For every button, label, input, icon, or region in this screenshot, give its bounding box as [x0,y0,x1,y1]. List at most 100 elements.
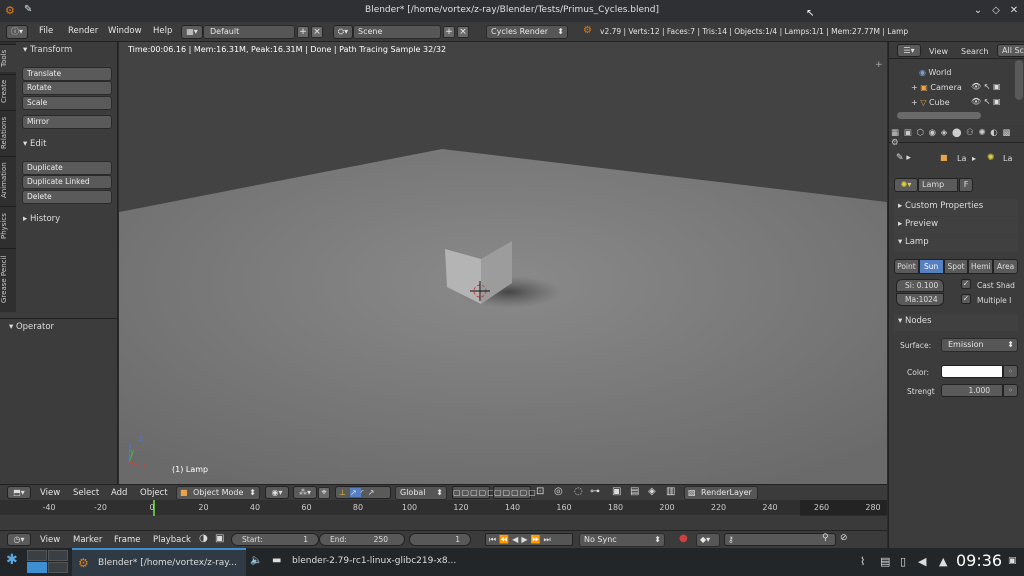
pager[interactable] [27,550,69,574]
show-desktop-icon[interactable]: ▣ [1008,556,1017,566]
visibility-eye-icon[interactable]: 👁 ↖ ▣ [971,82,1001,91]
view-menu[interactable]: View [40,488,60,498]
desktop-1[interactable] [27,550,47,561]
scene-dropdown[interactable]: Scene [353,25,441,39]
outliner-search-menu[interactable]: Search [961,47,988,56]
maximize-icon[interactable]: ◇ [988,3,1004,19]
task-blender[interactable]: ⚙ Blender* [/home/vortex/z-ray... [72,548,246,576]
lamp-type-hemi[interactable]: Hemi [968,259,994,274]
outliner-item-cube[interactable]: + ▽ Cube [911,98,950,107]
tab-relations[interactable]: Relations [0,110,16,154]
play-reverse-icon[interactable]: ◀ [512,535,521,544]
editor-type-timeline-icon[interactable]: ◷▾ [7,533,31,546]
jump-start-icon[interactable]: ⏮ [489,535,499,544]
audio-playing-icon[interactable]: 🔈 [250,555,262,566]
add-menu[interactable]: Add [111,488,127,498]
breadcrumb-object[interactable]: La [957,154,966,163]
remove-layout-button[interactable]: × [311,26,323,38]
scene-icon[interactable]: ⛭▾ [333,25,353,39]
transform-manipulators[interactable]: ⊥↗◜↗ [335,486,391,499]
pivot-point-icon[interactable]: ⁂▾ [293,486,317,499]
expand-icon[interactable]: + [911,83,920,92]
editor-type-info-icon[interactable]: ⓘ▾ [6,25,28,39]
menu-render[interactable]: Render [68,26,98,36]
time-stretch-icon[interactable]: ▣ [215,533,224,544]
translate-active-icon[interactable]: ↗ [349,488,361,497]
delete-button[interactable]: Delete [22,190,112,204]
keying-set-icon[interactable]: ◆▾ [696,533,720,547]
orientation-dropdown[interactable]: Global ⬍ [395,486,447,500]
duplicate-button[interactable]: Duplicate [22,161,112,175]
volume-icon[interactable]: ◀ [918,555,926,568]
next-keyframe-icon[interactable]: ⏩ [530,535,543,544]
custom-properties-panel-header[interactable]: ▸ Custom Properties [894,199,1018,216]
lock-layers-icon[interactable]: ⊡ [536,486,544,497]
render-engine-dropdown[interactable]: Cycles Render ⬍ [486,25,568,39]
lamp-panel-header[interactable]: ▾ Lamp [894,235,1018,252]
delete-keyframe-icon[interactable]: ⊘ [840,533,848,543]
transform-panel-header[interactable]: ▾ Transform [23,45,72,55]
opengl-render-icon[interactable]: ▣ [612,486,621,497]
color-swatch[interactable] [941,365,1003,378]
editor-type-3dview-icon[interactable]: ⬒▾ [7,486,31,499]
keying-set-field[interactable]: ⚷ [724,533,836,546]
desktop-3[interactable] [27,562,47,573]
lamp-datablock-name[interactable]: Lamp [918,178,958,192]
nodes-panel-header[interactable]: ▾ Nodes [894,314,1018,331]
timeline-scrollbar[interactable] [0,516,887,530]
edit-panel-header[interactable]: ▾ Edit [23,139,46,149]
mode-dropdown[interactable]: ■ Object Mode ⬍ [176,486,260,500]
outliner-item-camera[interactable]: + ▣ Camera [911,83,962,92]
clipboard-icon[interactable]: ▤ [880,555,890,568]
lamp-type-spot[interactable]: Spot [943,259,969,274]
tab-physics[interactable]: Physics [0,206,16,246]
translate-manipulator-icon[interactable]: ⊥ [339,488,350,497]
surface-shader-dropdown[interactable]: Emission ⬍ [941,338,1018,352]
operator-panel-header[interactable]: ▾ Operator [9,322,54,332]
lamp-type-point[interactable]: Point [894,259,919,274]
tab-create[interactable]: Create [0,74,16,108]
object-menu[interactable]: Object [140,488,168,498]
outliner-item-world[interactable]: ◉ World [919,68,951,77]
add-layout-button[interactable]: + [297,26,309,38]
tray-expand-icon[interactable]: ▲ [939,555,947,568]
cast-shadow-checkbox[interactable]: ✓ [961,279,971,289]
viewport-shading-icon[interactable]: ◉▾ [265,486,289,499]
proportional-edit-icon[interactable]: ◎ [554,486,563,497]
tab-tools[interactable]: Tools [0,44,16,72]
pin-context-icon[interactable]: ✎ ▸ [896,153,911,163]
desktop-4[interactable] [48,562,68,573]
sync-dropdown[interactable]: No Sync ⬍ [579,533,665,547]
timeline[interactable]: -40 -20 0 20 40 60 80 100 120 140 160 180 200 220 240 2… [0,500,887,530]
outliner-view-menu[interactable]: View [929,47,948,56]
end-frame-field[interactable]: End: 250 [319,533,405,546]
clock[interactable]: 09:36 [956,551,1002,570]
visibility-eye-icon[interactable]: 👁 ↖ ▣ [971,97,1001,106]
app-launcher-icon[interactable]: ✱ [6,552,18,568]
properties-context-icons[interactable]: ▦ ▣ ⬡ ◉ ◈ ⬤ ⚇ ✺ ◐ ▩ ⚙ [891,128,1023,148]
timeline-playback-menu[interactable]: Playback [153,535,191,545]
playback-controls[interactable]: ⏮⏪◀▶⏩⏭ [485,533,573,546]
timeline-marker-menu[interactable]: Marker [73,535,102,545]
rotate-button[interactable]: Rotate [22,81,112,95]
lamp-size-field[interactable]: Si: 0.100 [896,279,944,292]
lamp-datablock-icon[interactable]: ✺▾ [894,178,918,192]
remove-scene-button[interactable]: × [457,26,469,38]
editor-type-outliner-icon[interactable]: ☰▾ [897,44,921,57]
tab-animation[interactable]: Animation [0,156,16,204]
menu-file[interactable]: File [39,26,53,36]
mirror-button[interactable]: Mirror [22,115,112,129]
lamp-max-bounces-field[interactable]: Ma:1024 [896,293,944,306]
desktop-2[interactable] [48,550,68,561]
select-menu[interactable]: Select [73,488,99,498]
opengl-anim-icon[interactable]: ▤ [630,486,639,497]
layout-dropdown[interactable]: Default [203,25,295,39]
translate-button[interactable]: Translate [22,67,112,81]
toggle-properties-icon[interactable]: + [875,60,883,70]
outliner-filter-dropdown[interactable]: All Sc [997,44,1024,57]
insert-keyframe-icon[interactable]: ⚲ [822,533,829,543]
menu-window[interactable]: Window [108,26,142,36]
rotate-manipulator-icon[interactable]: ◜ [361,488,368,497]
prev-keyframe-icon[interactable]: ⏪ [499,535,512,544]
tab-grease-pencil[interactable]: Grease Pencil [0,248,16,310]
